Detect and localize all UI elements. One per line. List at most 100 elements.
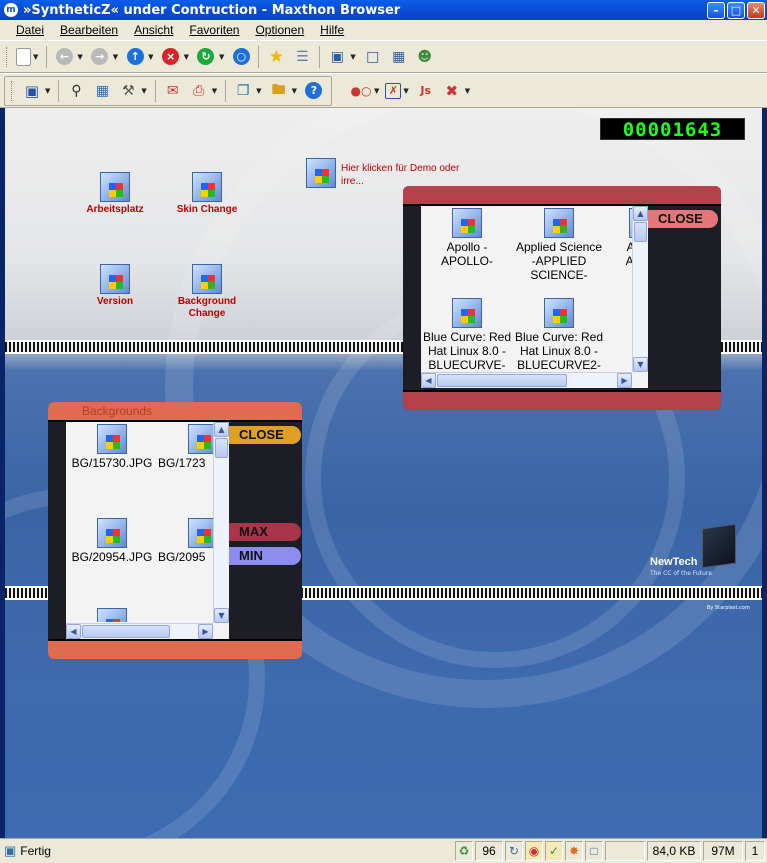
help-icon[interactable]: ?	[303, 80, 325, 102]
scroll-right-icon[interactable]: ▶	[198, 624, 213, 639]
scroll-down-icon[interactable]: ▼	[214, 608, 229, 623]
desktop-icon-version[interactable]: Version	[75, 264, 155, 308]
menu-ansicht[interactable]: Ansicht	[126, 23, 181, 37]
scroll-up-icon[interactable]: ▲	[633, 206, 648, 221]
refresh-icon[interactable]: ↻	[195, 46, 217, 68]
scroll-thumb[interactable]	[634, 222, 647, 242]
chevron-down-icon[interactable]: ▼	[45, 87, 50, 95]
background-item[interactable]: BG/1723	[158, 424, 214, 470]
window-icon[interactable]: □	[362, 46, 384, 68]
chevron-down-icon[interactable]: ▼	[374, 87, 379, 95]
skin-item[interactable]: Apollo -APOLLO-	[421, 208, 513, 268]
block-icon[interactable]: ✗	[385, 82, 402, 99]
chevron-down-icon[interactable]: ▼	[33, 53, 38, 61]
backgrounds-window-bottombar[interactable]	[48, 639, 302, 659]
skins-close-button[interactable]: CLOSE	[648, 210, 718, 228]
popup-icon[interactable]: ●○	[350, 80, 372, 102]
new-page-icon[interactable]	[16, 47, 31, 66]
chevron-down-icon[interactable]: ▼	[77, 53, 82, 61]
save-icon[interactable]: ▣	[21, 80, 43, 102]
stop-icon[interactable]: ×	[160, 46, 182, 68]
search-icon[interactable]: ⚲	[65, 80, 87, 102]
image-file-icon	[97, 518, 127, 548]
horizontal-scrollbar[interactable]: ◀ ▶	[66, 623, 213, 639]
chevron-down-icon[interactable]: ▼	[219, 53, 224, 61]
layout-icon[interactable]: ▣	[326, 46, 348, 68]
copy-icon[interactable]: ❐	[232, 80, 254, 102]
backgrounds-close-button[interactable]: CLOSE	[229, 426, 301, 444]
screenshot-icon[interactable]: ▦	[91, 80, 113, 102]
skins-window-bottombar[interactable]	[403, 390, 721, 410]
users-icon[interactable]: ☻	[414, 46, 436, 68]
scroll-thumb[interactable]	[82, 625, 170, 638]
chevron-down-icon[interactable]: ▼	[350, 53, 355, 61]
view-icon[interactable]: ▦	[388, 46, 410, 68]
vertical-scrollbar[interactable]: ▲ ▼	[632, 206, 648, 372]
favorites-icon[interactable]: ★	[265, 46, 287, 68]
upload-icon[interactable]: ↑	[124, 46, 146, 68]
forward-icon[interactable]: →	[89, 46, 111, 68]
maximize-icon[interactable]: □	[727, 1, 745, 19]
background-item[interactable]: BG/2095	[158, 518, 214, 564]
scroll-thumb[interactable]	[437, 374, 567, 387]
background-item[interactable]	[66, 608, 158, 622]
close-icon[interactable]: ✕	[747, 1, 765, 19]
chevron-down-icon[interactable]: ▼	[212, 87, 217, 95]
chevron-down-icon[interactable]: ▼	[403, 87, 408, 95]
toolbar-grip[interactable]	[11, 80, 14, 101]
sync-icon[interactable]: ↻	[505, 841, 523, 861]
scroll-down-icon[interactable]: ▼	[633, 357, 648, 372]
demo-link[interactable]: Hier klicken für Demo oder irre...	[341, 162, 481, 188]
demo-icon[interactable]	[303, 158, 339, 190]
chevron-down-icon[interactable]: ▼	[292, 87, 297, 95]
menu-optionen[interactable]: Optionen	[247, 23, 312, 37]
toolbar-grip[interactable]	[6, 46, 9, 67]
scroll-left-icon[interactable]: ◀	[421, 373, 436, 388]
skin-item[interactable]: Blue Curve: Red Hat Linux 8.0 -BLUECURVE…	[421, 298, 513, 372]
chevron-down-icon[interactable]: ▼	[113, 53, 118, 61]
maxthon-logo-icon: m	[4, 3, 18, 17]
tools-icon[interactable]: ⚒	[117, 80, 139, 102]
background-item[interactable]: BG/15730.JPG	[66, 424, 158, 470]
background-item[interactable]: BG/20954.JPG	[66, 518, 158, 564]
chevron-down-icon[interactable]: ▼	[141, 87, 146, 95]
skin-item[interactable]: Applied Science -APPLIED SCIENCE-	[513, 208, 605, 282]
popup-blocker-icon[interactable]: ◉	[525, 841, 543, 861]
groups-icon[interactable]: ☰	[291, 46, 313, 68]
scroll-left-icon[interactable]: ◀	[66, 624, 81, 639]
chevron-down-icon[interactable]: ▼	[256, 87, 261, 95]
close-all-icon[interactable]: ✖	[441, 80, 463, 102]
menu-datei[interactable]: Datei	[8, 23, 52, 37]
chevron-down-icon[interactable]: ▼	[148, 53, 153, 61]
horizontal-scrollbar[interactable]: ◀ ▶	[421, 372, 632, 388]
backgrounds-window-titlebar[interactable]: Backgrounds	[48, 402, 302, 422]
menu-hilfe[interactable]: Hilfe	[312, 23, 352, 37]
scroll-thumb[interactable]	[215, 438, 228, 458]
mail-icon[interactable]: ✉	[162, 80, 184, 102]
scroll-up-icon[interactable]: ▲	[214, 422, 229, 437]
javascript-icon[interactable]: Js	[415, 80, 437, 102]
open-folder-icon[interactable]: 🖿	[268, 80, 290, 102]
menu-favoriten[interactable]: Favoriten	[181, 23, 247, 37]
skin-item[interactable]: Blue Curve: Red Hat Linux 8.0 -BLUECURVE…	[513, 298, 605, 372]
desktop-icon-skin-change[interactable]: Skin Change	[167, 172, 247, 216]
ad-hunter-icon[interactable]: ✓	[545, 841, 563, 861]
home-icon[interactable]: ○	[230, 46, 252, 68]
divider	[319, 45, 321, 68]
trash-icon[interactable]: ♻	[455, 841, 473, 861]
backgrounds-max-button[interactable]: MAX	[229, 523, 301, 541]
desktop-icon-arbeitsplatz[interactable]: Arbeitsplatz	[75, 172, 155, 216]
minimize-icon[interactable]: –	[707, 1, 725, 19]
scroll-right-icon[interactable]: ▶	[617, 373, 632, 388]
flash-icon[interactable]: ✸	[565, 841, 583, 861]
chevron-down-icon[interactable]: ▼	[184, 53, 189, 61]
back-icon[interactable]: ←	[53, 46, 75, 68]
vertical-scrollbar[interactable]: ▲ ▼	[213, 422, 229, 623]
backgrounds-min-button[interactable]: MIN	[229, 547, 301, 565]
proxy-icon[interactable]: □	[585, 841, 603, 861]
menu-bearbeiten[interactable]: Bearbeiten	[52, 23, 126, 37]
print-icon[interactable]: ⎙	[188, 80, 210, 102]
desktop-icon-background-change[interactable]: Background Change	[167, 264, 247, 320]
skins-window-titlebar[interactable]	[403, 186, 721, 206]
chevron-down-icon[interactable]: ▼	[465, 87, 470, 95]
